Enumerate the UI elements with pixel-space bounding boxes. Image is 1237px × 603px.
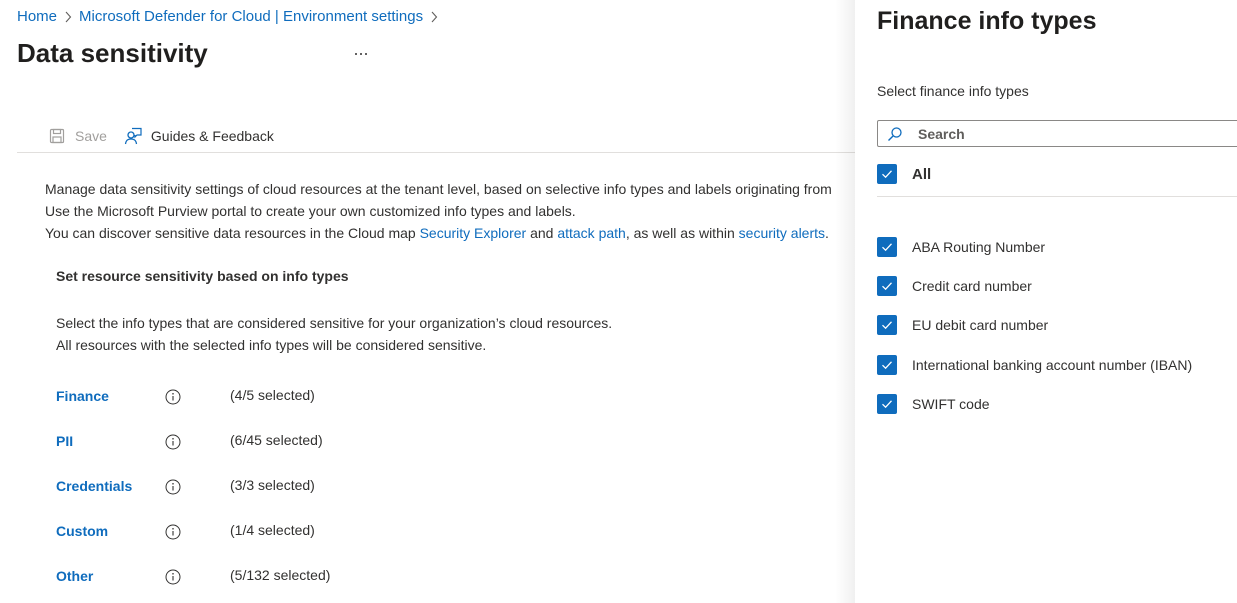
- info-type-categories: Finance (4/5 selected) PII (6/45 selecte…: [56, 384, 330, 603]
- category-link-finance[interactable]: Finance: [56, 384, 164, 404]
- security-alerts-link[interactable]: security alerts: [739, 225, 825, 241]
- search-box[interactable]: [877, 120, 1237, 147]
- category-count-pii: (6/45 selected): [230, 432, 323, 448]
- panel-title: Finance info types: [877, 7, 1097, 35]
- info-icon[interactable]: [164, 388, 182, 406]
- panel-label: Select finance info types: [877, 83, 1029, 99]
- checkbox-label: Credit card number: [912, 278, 1032, 294]
- search-icon: [887, 126, 903, 142]
- finance-info-types-panel: Finance info types Select finance info t…: [855, 0, 1237, 603]
- breadcrumb: Home Microsoft Defender for Cloud | Envi…: [17, 8, 445, 25]
- save-label: Save: [75, 127, 107, 144]
- guides-feedback-label: Guides & Feedback: [150, 127, 274, 144]
- breadcrumb-home[interactable]: Home: [17, 8, 57, 25]
- breadcrumb-environment-settings[interactable]: Microsoft Defender for Cloud | Environme…: [79, 8, 423, 25]
- category-row-credentials: Credentials (3/3 selected): [56, 474, 330, 519]
- section-description: Select the info types that are considere…: [56, 312, 612, 356]
- checkbox-checked[interactable]: [877, 394, 897, 414]
- checkbox-label: ABA Routing Number: [912, 239, 1046, 255]
- category-row-pii: PII (6/45 selected): [56, 429, 330, 474]
- section-description-line-1: Select the info types that are considere…: [56, 315, 613, 331]
- checkmark-icon: [882, 170, 892, 179]
- checkmark-icon: [882, 361, 892, 370]
- checkmark-icon: [882, 243, 892, 252]
- description-text: , as well as within: [625, 225, 739, 241]
- checkbox-eu-debit-card-number[interactable]: EU debit card number: [877, 315, 1048, 335]
- checkbox-checked[interactable]: [877, 315, 897, 335]
- description-line-3: You can discover sensitive data resource…: [45, 222, 855, 244]
- category-row-other: Other (5/132 selected): [56, 564, 330, 603]
- checkbox-label: EU debit card number: [912, 317, 1049, 333]
- description-text: You can discover sensitive data resource…: [45, 225, 420, 241]
- info-icon[interactable]: [164, 478, 182, 496]
- search-input[interactable]: [918, 125, 1218, 142]
- security-explorer-link[interactable]: Security Explorer: [420, 225, 527, 241]
- checkmark-icon: [882, 282, 892, 291]
- feedback-person-icon: [124, 127, 142, 145]
- description-text: .: [825, 225, 829, 241]
- page-title: Data sensitivity: [17, 38, 208, 68]
- checkbox-iban[interactable]: International banking account number (IB…: [877, 355, 1192, 375]
- checkbox-checked[interactable]: [877, 355, 897, 375]
- chevron-right-icon: [430, 11, 438, 23]
- description-text: and: [526, 225, 558, 241]
- checkbox-aba-routing-number[interactable]: ABA Routing Number: [877, 237, 1045, 257]
- category-count-credentials: (3/3 selected): [230, 477, 315, 493]
- info-icon[interactable]: [164, 523, 182, 541]
- more-options-button[interactable]: [350, 44, 372, 64]
- category-row-finance: Finance (4/5 selected): [56, 384, 330, 429]
- category-link-credentials[interactable]: Credentials: [56, 474, 164, 494]
- divider: [877, 196, 1237, 197]
- checkbox-checked[interactable]: [877, 164, 897, 184]
- attack-path-link[interactable]: attack path: [557, 225, 626, 241]
- checkbox-label: All: [912, 165, 932, 183]
- section-description-line-2: All resources with the selected info typ…: [56, 337, 487, 353]
- checkbox-label: SWIFT code: [912, 396, 990, 412]
- ellipsis-icon: [355, 53, 357, 55]
- category-row-custom: Custom (1/4 selected): [56, 519, 330, 564]
- description-line-2: Use the Microsoft Purview portal to crea…: [45, 203, 576, 219]
- checkbox-checked[interactable]: [877, 237, 897, 257]
- category-count-finance: (4/5 selected): [230, 387, 315, 403]
- checkbox-swift-code[interactable]: SWIFT code: [877, 394, 990, 414]
- checkbox-label: International banking account number (IB…: [912, 357, 1193, 373]
- category-link-pii[interactable]: PII: [56, 429, 164, 449]
- ellipsis-dot: [365, 53, 367, 55]
- checkmark-icon: [882, 400, 892, 409]
- section-title: Set resource sensitivity based on info t…: [56, 268, 349, 284]
- checkbox-credit-card-number[interactable]: Credit card number: [877, 276, 1032, 296]
- checkbox-checked[interactable]: [877, 276, 897, 296]
- category-count-custom: (1/4 selected): [230, 522, 315, 538]
- guides-feedback-button[interactable]: Guides & Feedback: [124, 123, 274, 149]
- save-icon: [48, 127, 66, 145]
- page-description: Manage data sensitivity settings of clou…: [45, 178, 855, 244]
- info-icon[interactable]: [164, 568, 182, 586]
- ellipsis-dot: [360, 53, 362, 55]
- category-count-other: (5/132 selected): [230, 567, 331, 583]
- checkmark-icon: [882, 321, 892, 330]
- command-bar: Save Guides & Feedback: [17, 119, 855, 153]
- info-icon[interactable]: [164, 433, 182, 451]
- category-link-custom[interactable]: Custom: [56, 519, 164, 539]
- checkbox-all[interactable]: All: [877, 164, 931, 184]
- description-line-1: Manage data sensitivity settings of clou…: [45, 181, 832, 197]
- save-button[interactable]: Save: [48, 123, 107, 149]
- chevron-right-icon: [64, 11, 72, 23]
- panel-shadow: [835, 0, 855, 603]
- category-link-other[interactable]: Other: [56, 564, 164, 584]
